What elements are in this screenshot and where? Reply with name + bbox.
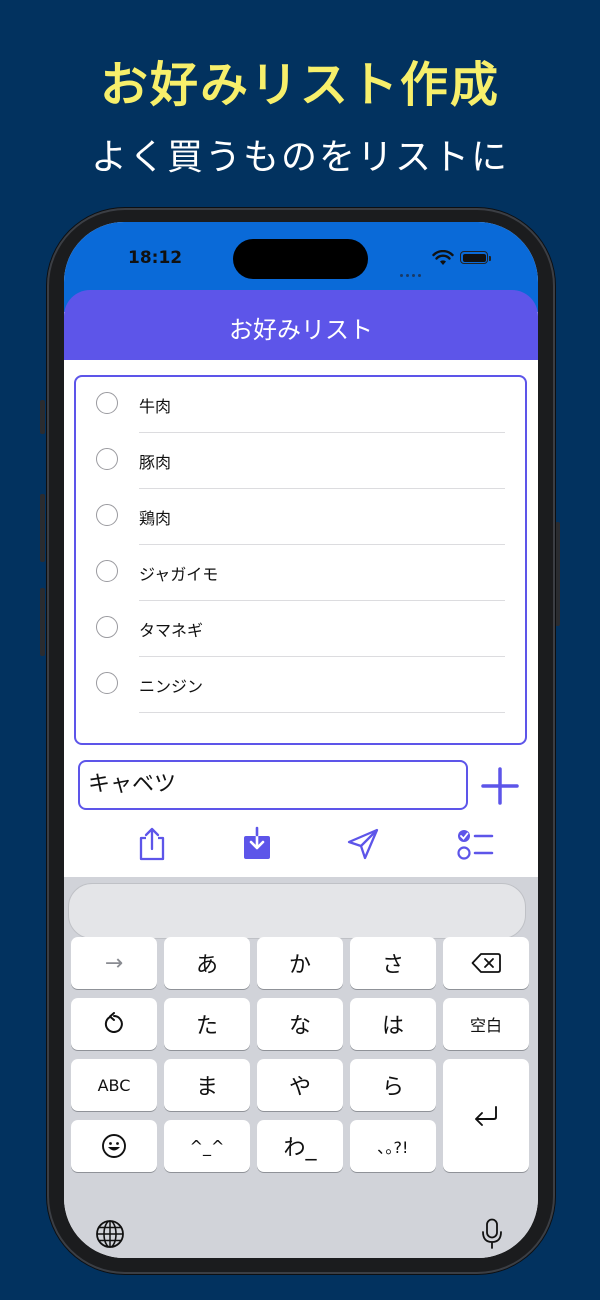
microphone-icon[interactable] xyxy=(481,1218,503,1250)
key-label: ま xyxy=(195,1075,218,1100)
wifi-icon xyxy=(432,250,454,265)
list-item-label: タマネギ xyxy=(139,621,204,640)
key-label: あ xyxy=(195,953,218,978)
key-ha[interactable]: は xyxy=(350,998,436,1050)
key-punctuation[interactable]: ､｡?! xyxy=(350,1120,436,1172)
promo-subline: よく買うものをリストに xyxy=(90,137,509,178)
key-label: は xyxy=(381,1014,404,1039)
favorites-list: 牛肉 豚肉 鶏肉 ジャガイモ タマネギ ニンジン xyxy=(74,375,527,745)
dynamic-island xyxy=(233,239,368,279)
list-item-label: ニンジン xyxy=(139,677,204,696)
download-icon[interactable] xyxy=(240,826,274,862)
checkbox-circle-icon[interactable] xyxy=(96,392,118,414)
list-item[interactable]: ニンジン xyxy=(76,657,525,713)
key-label: た xyxy=(195,1014,218,1039)
list-item[interactable]: 鶏肉 xyxy=(76,489,525,545)
key-label: ら xyxy=(381,1075,404,1100)
key-label: ､｡?! xyxy=(377,1138,409,1157)
candidate-bar xyxy=(68,883,526,939)
list-item-label: 鶏肉 xyxy=(139,509,172,528)
key-ka[interactable]: か xyxy=(257,937,343,989)
list-item-label: ジャガイモ xyxy=(139,565,219,584)
nav-bar: お好みリスト xyxy=(64,290,538,360)
phone-power-button xyxy=(555,522,560,626)
key-label: や xyxy=(288,1075,311,1100)
key-a[interactable]: あ xyxy=(164,937,250,989)
checkbox-circle-icon[interactable] xyxy=(96,560,118,582)
key-label: わ_ xyxy=(283,1136,317,1161)
key-undo[interactable] xyxy=(71,998,157,1050)
key-wa[interactable]: わ_ xyxy=(257,1120,343,1172)
phone-volume-up-button xyxy=(40,494,45,562)
checkbox-circle-icon[interactable] xyxy=(96,672,118,694)
status-time: 18:12 xyxy=(128,248,183,268)
key-label: な xyxy=(288,1014,311,1039)
key-abc[interactable]: ABC xyxy=(71,1059,157,1111)
key-kaomoji[interactable]: ^_^ xyxy=(164,1120,250,1172)
key-label: 空白 xyxy=(469,1016,502,1035)
return-icon xyxy=(475,1105,497,1126)
key-label: ^_^ xyxy=(189,1136,225,1156)
checkbox-circle-icon[interactable] xyxy=(96,448,118,470)
list-item[interactable]: 牛肉 xyxy=(76,377,525,433)
key-label: ABC xyxy=(97,1075,131,1095)
backspace-icon xyxy=(471,953,501,973)
key-ra[interactable]: ら xyxy=(350,1059,436,1111)
list-item-label: 牛肉 xyxy=(139,397,172,416)
key-label: → xyxy=(104,950,124,976)
key-next-arrow[interactable]: → xyxy=(71,937,157,989)
promo-headline: お好みリスト作成 xyxy=(99,57,500,113)
phone-screen: 18:12 お好みリスト 牛肉 豚肉 鶏肉 ジャガイモ タマネギ ニンジン キャ… xyxy=(64,222,538,1258)
emoji-icon xyxy=(102,1134,126,1158)
add-item-button[interactable] xyxy=(480,766,520,806)
key-sa[interactable]: さ xyxy=(350,937,436,989)
list-item-label: 豚肉 xyxy=(139,453,172,472)
key-ya[interactable]: や xyxy=(257,1059,343,1111)
checklist-icon[interactable] xyxy=(456,826,494,862)
list-item[interactable]: 豚肉 xyxy=(76,433,525,489)
battery-icon xyxy=(460,251,491,264)
key-backspace[interactable] xyxy=(443,937,529,989)
phone-action-button xyxy=(40,400,45,434)
phone-volume-down-button xyxy=(40,588,45,656)
key-ma[interactable]: ま xyxy=(164,1059,250,1111)
list-item[interactable]: ジャガイモ xyxy=(76,545,525,601)
key-space[interactable]: 空白 xyxy=(443,998,529,1050)
key-label: さ xyxy=(381,953,404,978)
row-divider xyxy=(139,712,505,713)
japanese-keyboard: → あ か さ た な は 空白 ABC ま や ら ^_^ わ_ ､｡?! xyxy=(64,877,538,1258)
checkbox-circle-icon[interactable] xyxy=(96,504,118,526)
send-icon[interactable] xyxy=(346,826,380,862)
key-label: か xyxy=(288,953,311,978)
nav-title: お好みリスト xyxy=(229,316,373,344)
new-item-input[interactable]: キャベツ xyxy=(78,760,468,810)
key-ta[interactable]: た xyxy=(164,998,250,1050)
globe-icon[interactable] xyxy=(95,1219,125,1249)
signal-dots-icon xyxy=(400,262,426,277)
undo-icon xyxy=(104,1012,123,1033)
checkbox-circle-icon[interactable] xyxy=(96,616,118,638)
key-return[interactable] xyxy=(443,1059,529,1172)
share-icon[interactable] xyxy=(135,826,169,862)
key-na[interactable]: な xyxy=(257,998,343,1050)
key-emoji[interactable] xyxy=(71,1120,157,1172)
list-item[interactable]: タマネギ xyxy=(76,601,525,657)
